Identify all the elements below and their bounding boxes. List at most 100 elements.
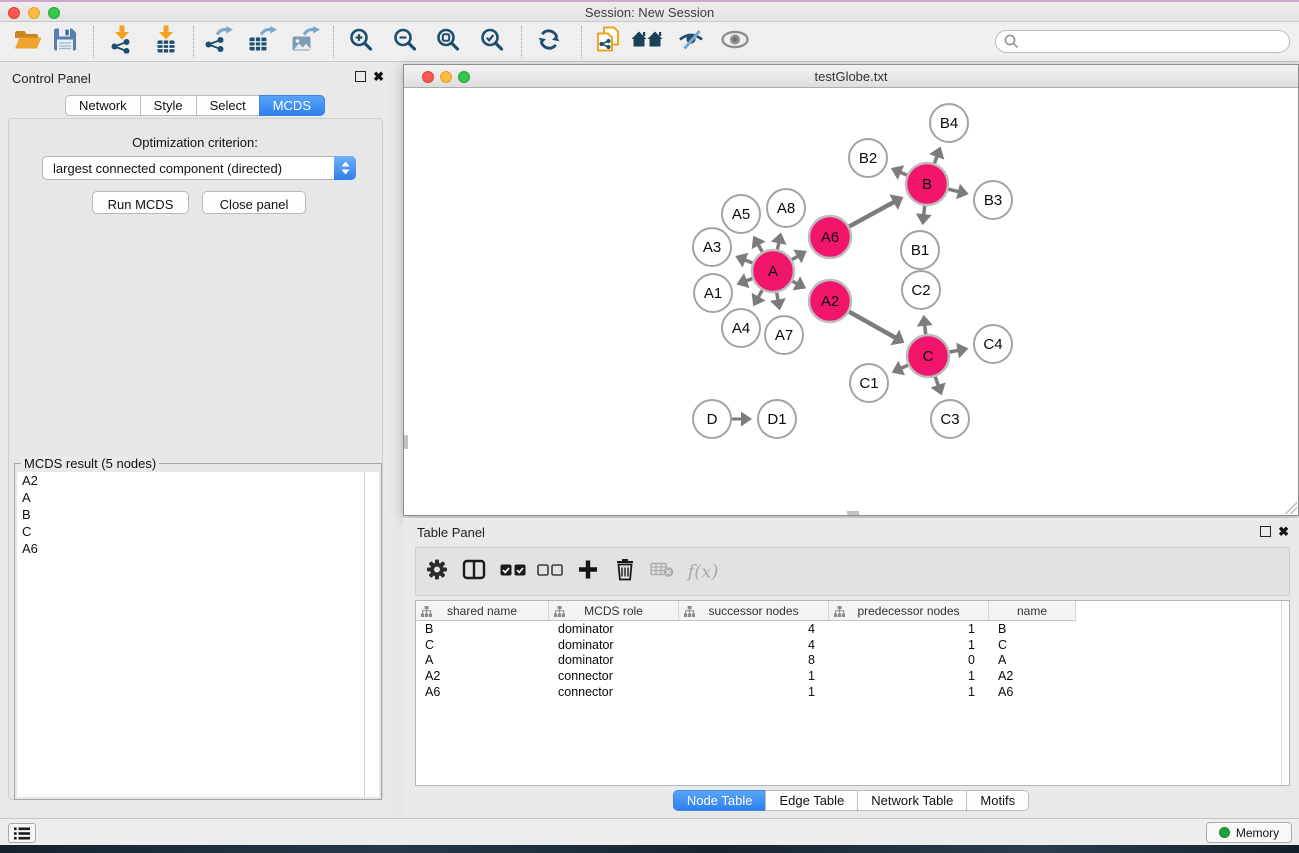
close-table-panel-icon[interactable]: ✖	[1278, 526, 1289, 537]
result-item[interactable]: B	[17, 506, 379, 523]
graph-node-label: B3	[984, 192, 1002, 209]
table-scrollbar[interactable]	[1281, 601, 1289, 785]
table-panel-title: Table Panel	[417, 525, 485, 540]
table-row[interactable]: A6connector11A6	[416, 684, 1280, 700]
tab-node-table[interactable]: Node Table	[673, 790, 767, 811]
graph-edge-A6-B[interactable]	[849, 201, 895, 226]
app-titlebar: Session: New Session	[0, 0, 1299, 22]
tab-motifs[interactable]: Motifs	[966, 790, 1029, 811]
export-image-icon[interactable]	[290, 25, 320, 58]
add-column-plus-icon[interactable]	[578, 559, 598, 584]
result-list-scrollbar[interactable]	[364, 472, 379, 797]
criterion-dropdown[interactable]: largest connected component (directed)	[42, 156, 356, 180]
column-header-name[interactable]: name	[989, 601, 1076, 621]
table-row[interactable]: Adominator80A	[416, 652, 1280, 668]
column-header-shared-name[interactable]: shared name	[416, 601, 549, 621]
float-panel-icon[interactable]	[355, 71, 366, 82]
cell-name: A2	[989, 668, 1076, 684]
show-panels-eye-icon[interactable]	[721, 30, 749, 53]
memory-status-icon	[1219, 827, 1230, 838]
network-window-titlebar[interactable]: testGlobe.txt	[404, 65, 1298, 88]
import-table-icon[interactable]	[154, 25, 178, 58]
graph-node-label: C	[923, 348, 934, 365]
result-item[interactable]: A2	[17, 472, 379, 489]
status-bar: Memory	[0, 818, 1299, 845]
deselect-all-icon[interactable]	[537, 563, 563, 581]
search-input[interactable]	[1024, 35, 1289, 49]
mcds-result-list[interactable]: A2ABCA6	[17, 472, 379, 797]
zoom-selected-icon[interactable]	[480, 27, 504, 56]
cell-shared-name: A6	[416, 684, 549, 700]
node-table[interactable]: shared nameMCDS rolesuccessor nodesprede…	[415, 600, 1290, 786]
tab-network[interactable]: Network	[65, 95, 141, 116]
criterion-value: largest connected component (directed)	[53, 161, 282, 176]
control-panel-title: Control Panel	[12, 71, 91, 86]
home-view-icon[interactable]	[631, 27, 663, 56]
export-table-icon[interactable]	[247, 25, 277, 58]
export-network-icon[interactable]	[204, 25, 234, 58]
cell-shared-name: A	[416, 652, 549, 668]
result-item[interactable]: A	[17, 489, 379, 506]
open-file-icon[interactable]	[13, 26, 43, 57]
result-item[interactable]: A6	[17, 540, 379, 557]
hide-panels-eye-icon[interactable]	[678, 27, 704, 56]
float-table-panel-icon[interactable]	[1260, 526, 1271, 537]
canvas-horizontal-scrollbar[interactable]	[847, 511, 859, 515]
close-panel-button[interactable]: Close panel	[202, 191, 306, 214]
graph-node-label: C4	[983, 336, 1002, 353]
tab-edge-table[interactable]: Edge Table	[765, 790, 858, 811]
graph-node-label: A6	[821, 229, 839, 246]
graph-arrowhead	[956, 343, 968, 359]
mcds-result-items: A2ABCA6	[17, 472, 379, 557]
table-row[interactable]: Cdominator41C	[416, 637, 1280, 653]
graph-edge-A2-C[interactable]	[849, 312, 896, 339]
cell-name: B	[989, 621, 1076, 637]
column-header-predecessor-nodes[interactable]: predecessor nodes	[829, 601, 989, 621]
tab-style[interactable]: Style	[140, 95, 197, 116]
column-header-MCDS-role[interactable]: MCDS role	[549, 601, 679, 621]
graph-node-label: C2	[911, 282, 930, 299]
delete-table-icon	[650, 561, 674, 582]
cell-MCDS-role: dominator	[549, 637, 679, 653]
zoom-fit-icon[interactable]	[436, 27, 460, 56]
desktop-background	[0, 845, 1299, 853]
canvas-vertical-scrollbar[interactable]	[404, 435, 408, 449]
task-history-button[interactable]	[8, 823, 36, 843]
close-panel-icon[interactable]: ✖	[373, 71, 384, 82]
network-canvas[interactable]: AA1A2A3A4A5A6A7A8BB1B2B3B4CC1C2C3C4DD1	[404, 88, 1298, 515]
column-header-successor-nodes[interactable]: successor nodes	[679, 601, 829, 621]
select-all-icon[interactable]	[500, 563, 526, 581]
table-row[interactable]: A2connector11A2	[416, 668, 1280, 684]
table-row[interactable]: Bdominator41B	[416, 621, 1280, 637]
table-body: Bdominator41BCdominator41CAdominator80AA…	[416, 621, 1280, 785]
main-toolbar	[0, 22, 1299, 62]
cell-shared-name: C	[416, 637, 549, 653]
memory-button[interactable]: Memory	[1206, 822, 1292, 843]
cell-MCDS-role: dominator	[549, 621, 679, 637]
result-item[interactable]: C	[17, 523, 379, 540]
cell-predecessor-nodes: 1	[829, 637, 989, 653]
zoom-in-icon[interactable]	[349, 27, 373, 56]
window-resize-grip[interactable]	[1285, 502, 1297, 514]
zoom-out-icon[interactable]	[393, 27, 417, 56]
show-columns-icon[interactable]	[463, 559, 486, 584]
graph-arrowhead	[917, 315, 933, 327]
list-icon	[14, 827, 30, 840]
cell-predecessor-nodes: 1	[829, 668, 989, 684]
search-field[interactable]	[995, 30, 1290, 53]
save-session-icon[interactable]	[52, 26, 78, 57]
delete-column-trash-icon[interactable]	[615, 558, 635, 586]
import-network-icon[interactable]	[110, 25, 134, 58]
graph-arrowhead	[916, 213, 932, 225]
graph-node-label: A7	[775, 327, 793, 344]
duplicate-network-icon[interactable]	[595, 25, 621, 58]
run-mcds-button[interactable]: Run MCDS	[92, 191, 189, 214]
tab-network-table[interactable]: Network Table	[857, 790, 967, 811]
table-panel: Table Panel ✖ f(x) shared nameMCDS rol	[403, 518, 1299, 818]
column-settings-gear-icon[interactable]	[426, 558, 448, 585]
network-graph[interactable]: AA1A2A3A4A5A6A7A8BB1B2B3B4CC1C2C3C4DD1	[404, 88, 1298, 516]
tab-select[interactable]: Select	[196, 95, 260, 116]
tab-mcds[interactable]: MCDS	[259, 95, 325, 116]
table-toolbar: f(x)	[415, 547, 1290, 596]
refresh-layout-icon[interactable]	[537, 26, 561, 57]
